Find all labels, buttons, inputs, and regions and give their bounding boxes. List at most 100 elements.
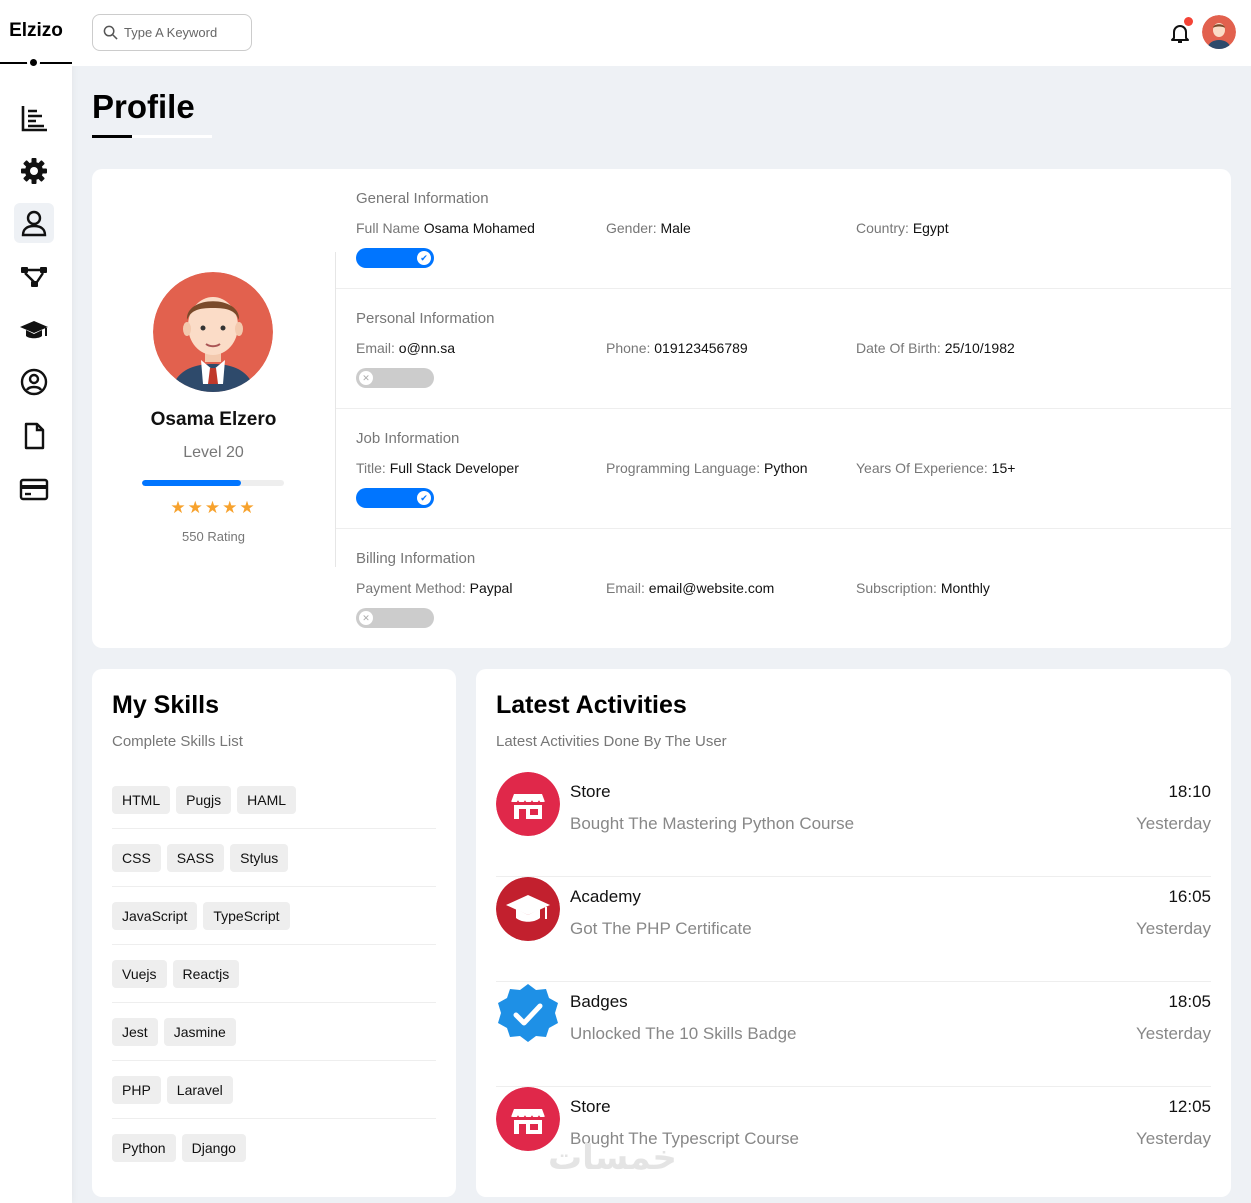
sidebar-item-settings[interactable]	[14, 151, 54, 191]
subscription-field: Subscription: Monthly	[856, 580, 990, 596]
gender-field: Gender: Male	[606, 220, 691, 236]
brand-logo[interactable]: Elzizo	[0, 20, 72, 42]
graduation-cap-icon	[496, 877, 560, 941]
title-underline-accent	[92, 135, 132, 138]
skill-tag[interactable]: JavaScript	[112, 901, 198, 930]
notification-dot	[1184, 17, 1193, 26]
skills-title: My Skills	[112, 691, 219, 719]
skill-tag[interactable]: SASS	[166, 843, 225, 872]
experience-field: Years Of Experience: 15+	[856, 460, 1016, 476]
check-icon: ✔	[417, 491, 431, 505]
activity-description: Unlocked The 10 Skills Badge	[570, 1024, 797, 1043]
profile-level: Level 20	[183, 444, 244, 461]
skill-tag[interactable]: Laravel	[166, 1075, 233, 1104]
search-icon	[103, 25, 118, 40]
section-heading: Personal Information	[356, 310, 495, 327]
skill-tag[interactable]: Stylus	[230, 843, 289, 872]
activity-item[interactable]: Academy Got The PHP Certificate 16:05 Ye…	[496, 877, 1211, 982]
skill-tag[interactable]: Django	[181, 1134, 246, 1162]
skill-tag[interactable]: Python	[112, 1134, 176, 1162]
profile-avatar	[153, 272, 273, 392]
skill-tag[interactable]: TypeScript	[203, 901, 290, 930]
general-info-section: General Information Full Name Osama Moha…	[336, 169, 1231, 289]
activity-title: Academy	[570, 887, 641, 906]
diagram-icon	[21, 267, 47, 287]
activity-time: 12:05	[1168, 1097, 1211, 1116]
personal-info-section: Personal Information Email: o@nn.sa Phon…	[336, 289, 1231, 409]
search-input[interactable]	[124, 25, 244, 40]
close-icon: ✕	[359, 611, 373, 625]
sidebar-item-projects[interactable]	[14, 256, 54, 296]
billing-info-section: Billing Information Payment Method: Payp…	[336, 529, 1231, 649]
level-progress-bar	[142, 480, 284, 486]
activities-card: Latest Activities Latest Activities Done…	[476, 669, 1231, 1197]
page-title: Profile	[92, 88, 195, 125]
store-icon	[496, 772, 560, 836]
job-title-field: Title: Full Stack Developer	[356, 460, 519, 476]
skill-tag[interactable]: PHP	[112, 1075, 161, 1104]
activity-day: Yesterday	[1136, 814, 1211, 833]
job-info-toggle[interactable]: ✔	[356, 488, 434, 508]
skills-subtitle: Complete Skills List	[112, 733, 243, 750]
check-icon: ✔	[417, 251, 431, 265]
sidebar-item-dashboard[interactable]	[14, 98, 54, 138]
skill-row: Vuejs Reactjs	[112, 945, 436, 1003]
activity-description: Bought The Mastering Python Course	[570, 814, 855, 833]
general-info-toggle[interactable]: ✔	[356, 248, 434, 268]
sidebar-item-plans[interactable]	[14, 469, 54, 509]
gear-icon	[21, 158, 47, 184]
profile-name: Osama Elzero	[150, 409, 277, 430]
skill-tag[interactable]: Vuejs	[112, 959, 167, 988]
skill-tag[interactable]: Jasmine	[163, 1017, 236, 1046]
level-progress-fill	[142, 480, 242, 486]
brand-divider-dot	[27, 56, 40, 69]
payment-method-field: Payment Method: Paypal	[356, 580, 513, 596]
activity-day: Yesterday	[1136, 1024, 1211, 1043]
sidebar-item-profile[interactable]	[14, 203, 54, 243]
avatar[interactable]	[1202, 15, 1236, 49]
personal-info-toggle[interactable]: ✕	[356, 368, 434, 388]
billing-email-field: Email: email@website.com	[606, 580, 775, 596]
activity-item[interactable]: Store Bought The Mastering Python Course…	[496, 772, 1211, 877]
skill-row: Jest Jasmine	[112, 1003, 436, 1061]
billing-info-toggle[interactable]: ✕	[356, 608, 434, 628]
sidebar-item-friends[interactable]	[14, 362, 54, 402]
skill-tag[interactable]: HTML	[112, 785, 171, 814]
skill-tag[interactable]: Pugjs	[176, 785, 232, 814]
user-icon	[21, 210, 47, 237]
credit-card-icon	[19, 478, 49, 501]
dob-field: Date Of Birth: 25/10/1982	[856, 340, 1015, 356]
skill-row: JavaScript TypeScript	[112, 887, 436, 945]
sidebar: Elzizo	[0, 0, 72, 1203]
user-circle-icon	[20, 368, 48, 396]
activity-day: Yesterday	[1136, 1129, 1211, 1148]
search-box[interactable]	[92, 14, 252, 51]
section-heading: Billing Information	[356, 550, 476, 567]
activity-day: Yesterday	[1136, 919, 1211, 938]
skill-row: PHP Laravel	[112, 1061, 436, 1119]
activity-title: Badges	[570, 992, 628, 1011]
skill-row: HTML Pugjs HAML	[112, 771, 436, 829]
close-icon: ✕	[359, 371, 373, 385]
skill-tag[interactable]: Reactjs	[172, 959, 240, 988]
profile-card: Osama Elzero Level 20 ★★★★★ 550 Rating G…	[92, 169, 1231, 648]
email-field: Email: o@nn.sa	[356, 340, 456, 356]
country-field: Country: Egypt	[856, 220, 949, 236]
activity-time: 18:05	[1168, 992, 1211, 1011]
rating-stars: ★★★★★	[170, 498, 257, 517]
phone-field: Phone: 019123456789	[606, 340, 748, 356]
skill-row: CSS SASS Stylus	[112, 829, 436, 887]
activity-item[interactable]: Badges Unlocked The 10 Skills Badge 18:0…	[496, 982, 1211, 1087]
rating-count: 550 Rating	[182, 529, 245, 544]
file-icon	[24, 422, 45, 450]
sidebar-item-courses[interactable]	[14, 310, 54, 350]
skill-tag[interactable]: HAML	[237, 785, 297, 814]
top-header	[72, 0, 1251, 66]
skill-tag[interactable]: Jest	[112, 1017, 158, 1046]
sidebar-item-files[interactable]	[14, 416, 54, 456]
skill-tag[interactable]: CSS	[112, 843, 161, 872]
chart-icon	[21, 106, 47, 132]
section-heading: Job Information	[356, 430, 460, 447]
job-info-section: Job Information Title: Full Stack Develo…	[336, 409, 1231, 529]
skill-row: Python Django	[112, 1119, 436, 1177]
